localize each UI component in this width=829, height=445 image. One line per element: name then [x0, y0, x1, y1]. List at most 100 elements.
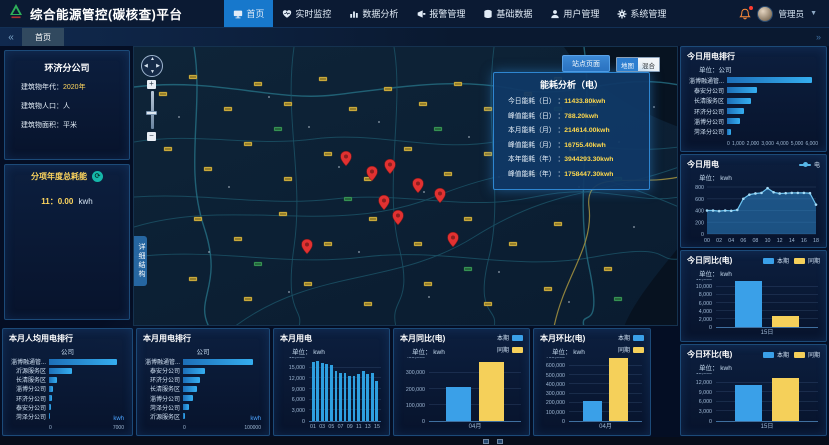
- refresh-icon[interactable]: ⟳: [92, 171, 103, 182]
- nav-item-label: 用户管理: [563, 7, 599, 20]
- popup-title: 能耗分析（电）: [498, 78, 645, 91]
- popup-row: 峰值能耗（日） ： 788.20kwh: [498, 110, 645, 125]
- map-marker-pin[interactable]: [385, 159, 396, 179]
- main-nav: 首页 实时监控数据分析报警管理 基础数据 用户管理系统管理: [224, 0, 675, 27]
- y-axis: 03,0006,0009,00012,00015,000: [687, 373, 716, 422]
- today-usage-chart: 020040060080000020406081012141618: [687, 183, 820, 243]
- bar: [727, 87, 757, 93]
- x-axis: 01,0002,0003,0004,0005,0006,000: [687, 141, 818, 147]
- nav-item-4[interactable]: 报警管理: [407, 0, 474, 27]
- unit-label: 单位： kwh: [699, 172, 820, 182]
- map-zoom-out-button[interactable]: −: [147, 132, 156, 141]
- svg-text:18: 18: [813, 238, 819, 243]
- heart-monitor-icon: [282, 9, 292, 19]
- gear-icon: [617, 9, 627, 19]
- bar: [353, 376, 356, 421]
- previous-legend-swatch: [512, 347, 523, 353]
- nav-item-3[interactable]: 数据分析: [340, 0, 407, 27]
- bar-本期: [735, 385, 763, 421]
- bar: [366, 374, 369, 421]
- bar: [325, 364, 328, 421]
- nav-item-7[interactable]: 系统管理: [608, 0, 675, 27]
- taskbar-app-icon[interactable]: [497, 439, 503, 444]
- collapse-tabs-icon[interactable]: «: [0, 32, 22, 43]
- map-marker-pin[interactable]: [341, 151, 352, 171]
- map-marker-pin[interactable]: [435, 188, 446, 208]
- detail-structure-tab[interactable]: 详细结构: [134, 236, 147, 286]
- user-icon: [550, 9, 560, 19]
- map-marker-pin[interactable]: [367, 166, 378, 186]
- y-axis: 0100,000200,000300,000400,000: [400, 357, 429, 422]
- popup-row: 峰值能耗（年） ： 1758447.30kwh: [498, 168, 645, 183]
- taskbar-app-icon[interactable]: [483, 439, 489, 444]
- map-zoom-handle[interactable]: [146, 111, 157, 115]
- map-marker-pin[interactable]: [379, 195, 390, 215]
- rank-row: 菏泽分公司: [9, 412, 124, 421]
- brand: 综合能源管控(碳核查)平台: [8, 4, 182, 24]
- unit-label: 公司: [143, 346, 263, 356]
- bar: [49, 395, 52, 401]
- previous-legend-swatch: [633, 347, 644, 353]
- site-page-button[interactable]: 站点页面: [562, 55, 610, 72]
- y-axis: 03,0006,0009,00012,00015,00018,000: [280, 357, 309, 422]
- bar: [727, 77, 812, 83]
- map-marker-pin[interactable]: [302, 239, 313, 259]
- x-axis-label: 04月: [429, 423, 521, 431]
- nav-item-2[interactable]: 实时监控: [273, 0, 340, 27]
- map-marker-pin[interactable]: [393, 210, 404, 230]
- nav-item-label: 基础数据: [496, 7, 532, 20]
- building-year-row: 建筑物年代：2020年: [21, 82, 123, 92]
- rank-row: 淄博融通管...: [9, 357, 124, 366]
- y-axis: 02,0004,0006,0008,00010,00012,000: [687, 279, 716, 328]
- notification-bell-icon[interactable]: [739, 8, 751, 20]
- bar: [727, 118, 740, 124]
- x-axis: 07000kwh: [9, 425, 124, 431]
- map-type-map[interactable]: 地图: [617, 58, 638, 71]
- dashboard-content: 环济分公司 建筑物年代：2020年 建筑物人口：人 建筑物面积：平米 分项年度总…: [0, 46, 829, 437]
- rank-row: 长清服务区: [143, 384, 261, 393]
- company-rows: 建筑物年代：2020年 建筑物人口：人 建筑物面积：平米: [11, 82, 123, 130]
- bar: [183, 404, 189, 410]
- avatar[interactable]: [757, 6, 773, 22]
- bar: [375, 381, 378, 421]
- map-zoom-in-button[interactable]: +: [147, 80, 156, 89]
- building-population-row: 建筑物人口：人: [21, 101, 123, 111]
- tab-options-icon[interactable]: »: [816, 32, 829, 42]
- axis-unit: kwh: [113, 416, 124, 422]
- map-canvas[interactable]: ▲▼◀▶ + − 详细结构 站点页面 地图 混合 能耗分析（电） 今日能耗（日）…: [133, 46, 678, 326]
- map-type-hybrid[interactable]: 混合: [638, 58, 659, 71]
- chart-legend: 本期 同期: [497, 333, 523, 354]
- rank-row: 泰安分公司: [9, 403, 124, 412]
- nav-item-label: 实时监控: [295, 7, 331, 20]
- map-marker-pin[interactable]: [413, 178, 424, 198]
- svg-text:200: 200: [695, 220, 704, 226]
- home-monitor-icon: [233, 9, 243, 19]
- panel-title: 今日用电排行: [687, 51, 820, 62]
- map-marker-pin[interactable]: [448, 232, 459, 252]
- line-legend-icon: [799, 164, 811, 166]
- nav-item-1[interactable]: 首页: [224, 0, 273, 27]
- svg-text:06: 06: [740, 238, 746, 243]
- rank-row: 长清服务区: [9, 375, 124, 384]
- user-menu[interactable]: 管理员: [779, 8, 805, 20]
- rank-row: 淄博分公司: [687, 117, 818, 126]
- bar: [362, 371, 365, 421]
- map-pan-control[interactable]: ▲▼◀▶: [141, 55, 163, 77]
- bar-本期: [446, 387, 471, 421]
- nav-item-5[interactable]: 基础数据: [474, 0, 541, 27]
- nav-item-6[interactable]: 用户管理: [541, 0, 608, 27]
- popup-row: 本年能耗（年） ： 3944293.30kwh: [498, 153, 645, 168]
- bar: [348, 376, 351, 422]
- panel-month-usage-rank: 本月用电排行 公司 淄博融通管...泰安分公司环济分公司长清服务区淄博分公司菏泽…: [136, 328, 270, 436]
- tab-home[interactable]: 首页: [22, 28, 64, 46]
- bar-同期: [772, 316, 800, 327]
- bar: [183, 413, 185, 419]
- app-title: 综合能源管控(碳核查)平台: [30, 4, 182, 23]
- map-zoom-track[interactable]: [151, 91, 154, 129]
- unit-label: 单位： kwh: [699, 362, 820, 372]
- month-usage-rank-chart: 淄博融通管...泰安分公司环济分公司长清服务区淄博分公司菏泽分公司沂源服务区01…: [143, 357, 263, 431]
- bar: [49, 404, 51, 410]
- rank-row: 沂源服务区: [143, 412, 261, 421]
- svg-text:800: 800: [695, 185, 704, 191]
- rank-row: 环济分公司: [9, 394, 124, 403]
